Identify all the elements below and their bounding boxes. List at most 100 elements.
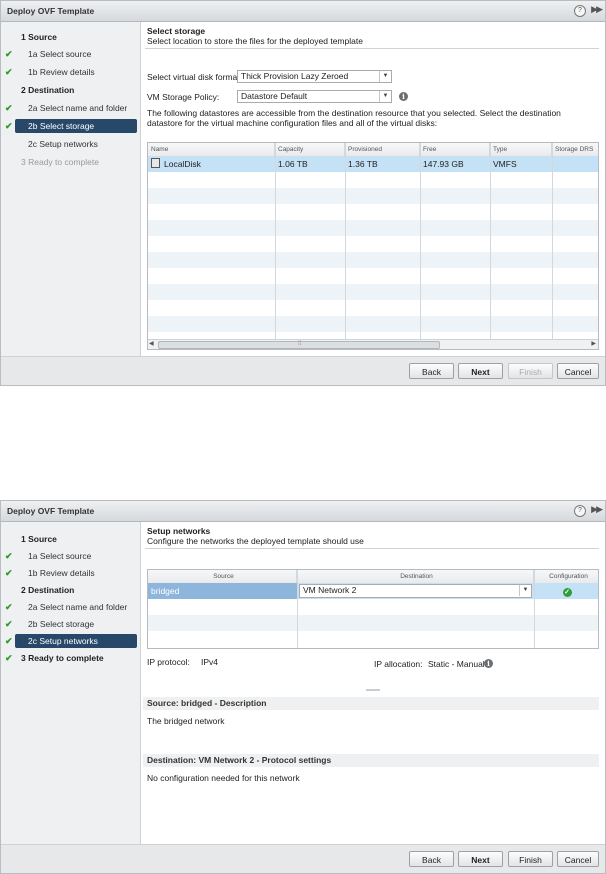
ip-allocation-label: IP allocation: — [374, 659, 423, 669]
disk-format-label: Select virtual disk format: — [147, 72, 242, 82]
destination-settings-header: Destination: VM Network 2 - Protocol set… — [143, 754, 599, 767]
table-row[interactable]: LocalDisk 1.06 TB 1.36 TB 147.93 GB VMFS — [148, 156, 598, 172]
check-icon: ✔ — [5, 568, 13, 578]
step-review-details[interactable]: ✔ 1b Review details — [5, 65, 137, 79]
empty-row — [148, 599, 598, 615]
col-storage-drs[interactable]: Storage DRS — [552, 143, 598, 156]
table-header: Name Capacity Provisioned Free Type Stor… — [148, 143, 598, 157]
storage-policy-label: VM Storage Policy: — [147, 92, 220, 102]
empty-row — [148, 252, 598, 268]
next-button[interactable]: Next — [458, 363, 503, 379]
col-provisioned[interactable]: Provisioned — [345, 143, 420, 156]
section-subtitle: Configure the networks the deployed temp… — [147, 536, 364, 546]
wizard-steps: 1 Source ✔ 1a Select source ✔ 1b Review … — [1, 522, 141, 845]
empty-row — [148, 284, 598, 300]
col-free[interactable]: Free — [420, 143, 490, 156]
section-title: Select storage — [147, 26, 206, 36]
cancel-button[interactable]: Cancel — [557, 363, 599, 379]
col-destination[interactable]: Destination — [297, 570, 534, 583]
back-button[interactable]: Back — [409, 851, 454, 867]
step-source: 1 Source — [21, 32, 57, 42]
datastore-icon — [151, 158, 160, 168]
scroll-left-icon[interactable]: ◀ — [149, 340, 154, 349]
step-select-storage[interactable]: ✔ 2b Select storage — [5, 119, 137, 133]
network-mapping-table: Source Destination Configuration bridged… — [147, 569, 599, 649]
dropdown-arrow-icon: ▼ — [379, 91, 391, 102]
table-header: Source Destination Configuration — [148, 570, 598, 584]
back-button[interactable]: Back — [409, 363, 454, 379]
destination-settings-text: No configuration needed for this network — [147, 773, 300, 783]
disk-format-select[interactable]: Thick Provision Lazy Zeroed ▼ — [237, 70, 392, 83]
check-icon: ✔ — [5, 121, 13, 131]
datastore-table: Name Capacity Provisioned Free Type Stor… — [147, 142, 599, 350]
destination-network-select[interactable]: VM Network 2 ▼ — [299, 584, 532, 598]
scroll-right-icon[interactable]: ▶ — [591, 340, 596, 349]
dropdown-arrow-icon: ▼ — [379, 71, 391, 82]
section-title: Setup networks — [147, 526, 211, 536]
step-select-name-folder[interactable]: ✔ 2a Select name and folder — [5, 600, 137, 614]
wizard-steps: 1 Source ✔ 1a Select source ✔ 1b Review … — [1, 22, 141, 357]
divider — [145, 48, 599, 49]
step-review-details[interactable]: ✔ 1b Review details — [5, 566, 137, 580]
source-description-text: The bridged network — [147, 716, 225, 726]
step-select-name-folder[interactable]: ✔ 2a Select name and folder — [5, 101, 137, 115]
deploy-ovf-dialog-setup-networks: Deploy OVF Template ? ▶▶ 1 Source ✔ 1a S… — [0, 500, 606, 874]
next-button[interactable]: Next — [458, 851, 503, 867]
help-icon[interactable]: ? — [574, 5, 586, 17]
select-storage-panel: Select storage Select location to store … — [141, 22, 605, 357]
step-destination: 2 Destination — [21, 85, 75, 95]
check-icon: ✔ — [5, 67, 13, 77]
splitter-handle[interactable] — [366, 689, 380, 691]
storage-policy-select[interactable]: Datastore Default ▼ — [237, 90, 392, 103]
check-icon: ✔ — [5, 551, 13, 561]
col-configuration[interactable]: Configuration — [534, 570, 598, 583]
empty-row — [148, 220, 598, 236]
empty-row — [148, 268, 598, 284]
check-icon: ✔ — [5, 619, 13, 629]
dialog-title: Deploy OVF Template — [7, 506, 95, 516]
empty-row — [148, 316, 598, 332]
ip-protocol-value: IPv4 — [201, 657, 219, 667]
col-source[interactable]: Source — [148, 570, 297, 583]
step-source: 1 Source — [21, 534, 57, 544]
step-select-storage[interactable]: ✔ 2b Select storage — [5, 617, 137, 631]
col-capacity[interactable]: Capacity — [275, 143, 345, 156]
empty-row — [148, 188, 598, 204]
grip-icon: ⁞⁞ — [298, 341, 302, 347]
step-destination: 2 Destination — [21, 585, 75, 595]
deploy-ovf-dialog-select-storage: Deploy OVF Template ? ▶▶ 1 Source ✔ 1a S… — [0, 0, 606, 386]
finish-button[interactable]: Finish — [508, 851, 553, 867]
empty-row — [148, 236, 598, 252]
dialog-footer: Back Next Finish Cancel — [1, 356, 605, 385]
col-type[interactable]: Type — [490, 143, 552, 156]
check-icon: ✔ — [5, 602, 13, 612]
empty-row — [148, 300, 598, 316]
finish-button[interactable]: Finish — [508, 363, 553, 379]
dialog-titlebar: Deploy OVF Template ? ▶▶ — [1, 1, 605, 22]
info-icon[interactable]: i — [399, 92, 408, 101]
dropdown-arrow-icon: ▼ — [519, 585, 531, 596]
step-select-source[interactable]: ✔ 1a Select source — [5, 47, 137, 61]
help-icon[interactable]: ? — [574, 505, 586, 517]
table-row[interactable]: bridged VM Network 2 ▼ ✓ — [148, 583, 598, 599]
ip-allocation-value: Static - Manual — [428, 659, 485, 669]
check-icon: ✔ — [5, 49, 13, 59]
empty-row — [148, 204, 598, 220]
step-select-source[interactable]: ✔ 1a Select source — [5, 549, 137, 563]
step-setup-networks[interactable]: ✔ 2c Setup networks — [5, 634, 137, 648]
step-setup-networks[interactable]: 2c Setup networks — [15, 137, 137, 151]
step-ready-to-complete[interactable]: ✔ 3 Ready to complete — [5, 651, 137, 665]
expand-icon[interactable]: ▶▶ — [591, 504, 603, 515]
expand-icon[interactable]: ▶▶ — [591, 4, 603, 15]
ip-protocol-label: IP protocol: — [147, 657, 190, 667]
step-ready-to-complete: 3 Ready to complete — [21, 157, 99, 167]
datastore-note: The following datastores are accessible … — [147, 108, 561, 128]
info-icon[interactable]: i — [484, 659, 493, 668]
dialog-footer: Back Next Finish Cancel — [1, 844, 605, 873]
empty-row — [148, 631, 598, 647]
cancel-button[interactable]: Cancel — [557, 851, 599, 867]
empty-row — [148, 172, 598, 188]
horizontal-scrollbar[interactable]: ◀ ⁞⁞ ▶ — [148, 339, 598, 349]
col-name[interactable]: Name — [148, 143, 275, 156]
check-icon: ✔ — [5, 103, 13, 113]
